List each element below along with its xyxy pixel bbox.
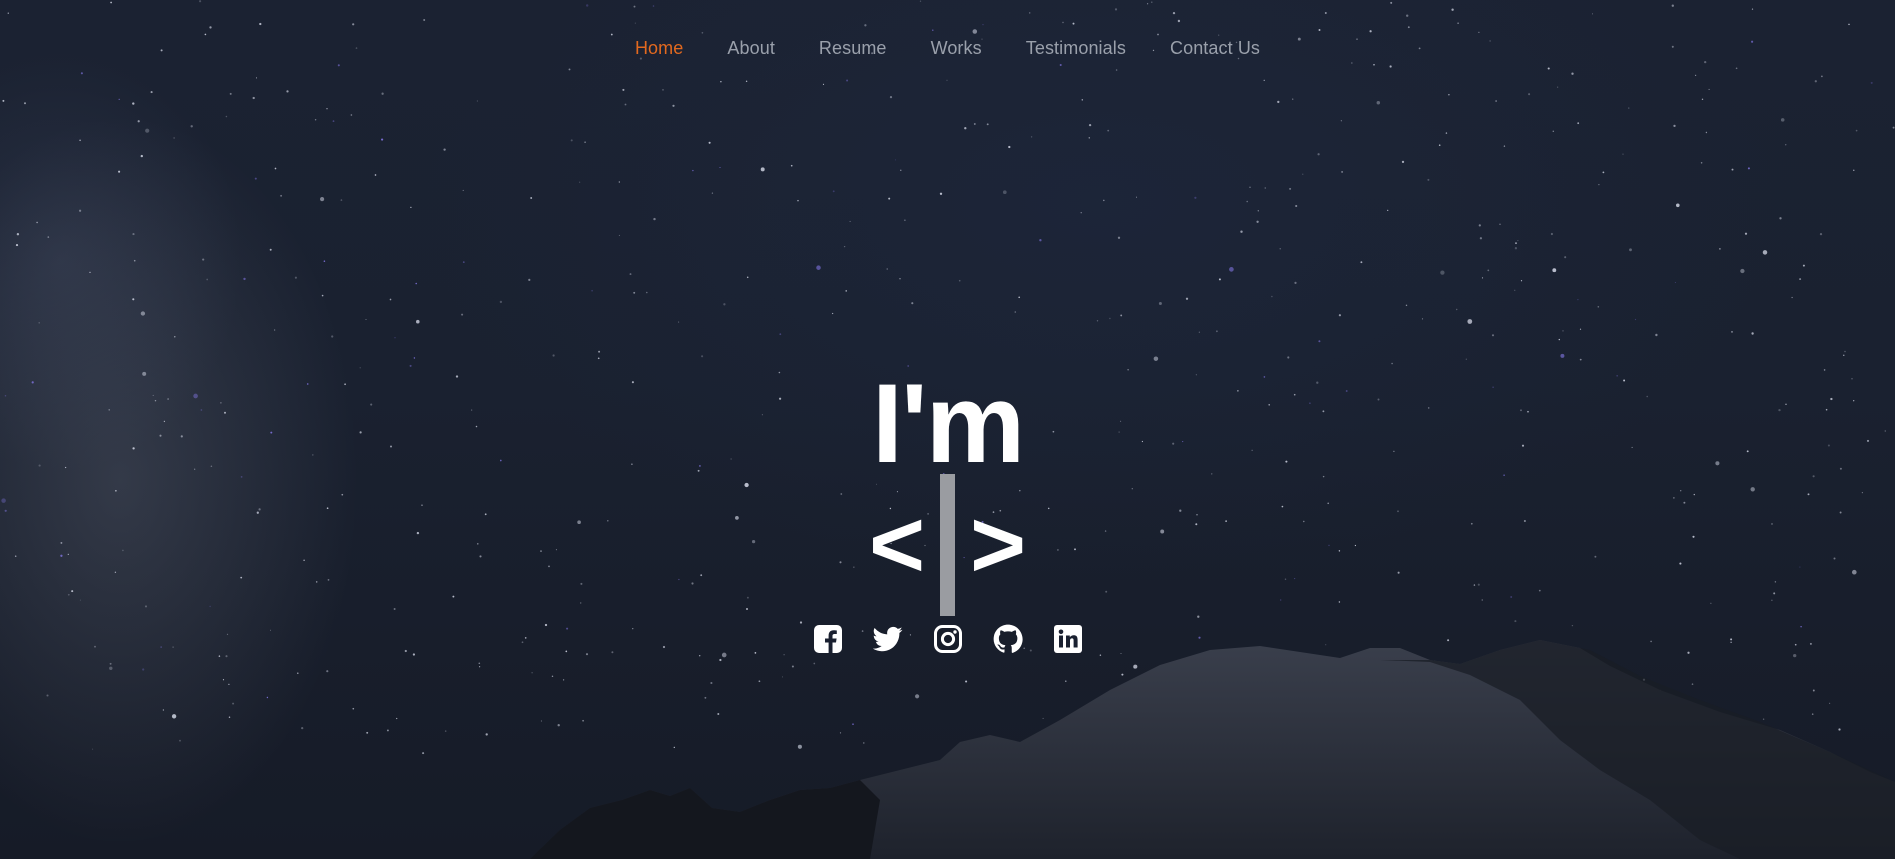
nav-testimonials[interactable]: Testimonials: [1026, 38, 1126, 59]
instagram-link[interactable]: [933, 624, 963, 654]
linkedin-icon: [1053, 625, 1082, 653]
facebook-icon: [813, 625, 842, 653]
hero-typed-text: < >: [0, 474, 1895, 616]
typed-close-bracket: >: [970, 491, 1027, 598]
facebook-link[interactable]: [813, 624, 843, 654]
typing-cursor: [940, 474, 955, 616]
nav-contact-us[interactable]: Contact Us: [1170, 38, 1260, 59]
nav-resume[interactable]: Resume: [819, 38, 887, 59]
instagram-icon: [933, 625, 962, 653]
twitter-icon: [872, 626, 902, 652]
nav-works[interactable]: Works: [931, 38, 982, 59]
social-links: [0, 624, 1895, 654]
nav-home[interactable]: Home: [635, 38, 683, 59]
nav-about[interactable]: About: [727, 38, 775, 59]
typed-open-bracket: <: [868, 491, 925, 598]
hero-title: I'm: [871, 361, 1025, 486]
main-navigation: Home About Resume Works Testimonials Con…: [0, 38, 1895, 59]
github-link[interactable]: [993, 624, 1023, 654]
linkedin-link[interactable]: [1053, 624, 1083, 654]
twitter-link[interactable]: [872, 624, 903, 654]
github-icon: [993, 624, 1023, 653]
